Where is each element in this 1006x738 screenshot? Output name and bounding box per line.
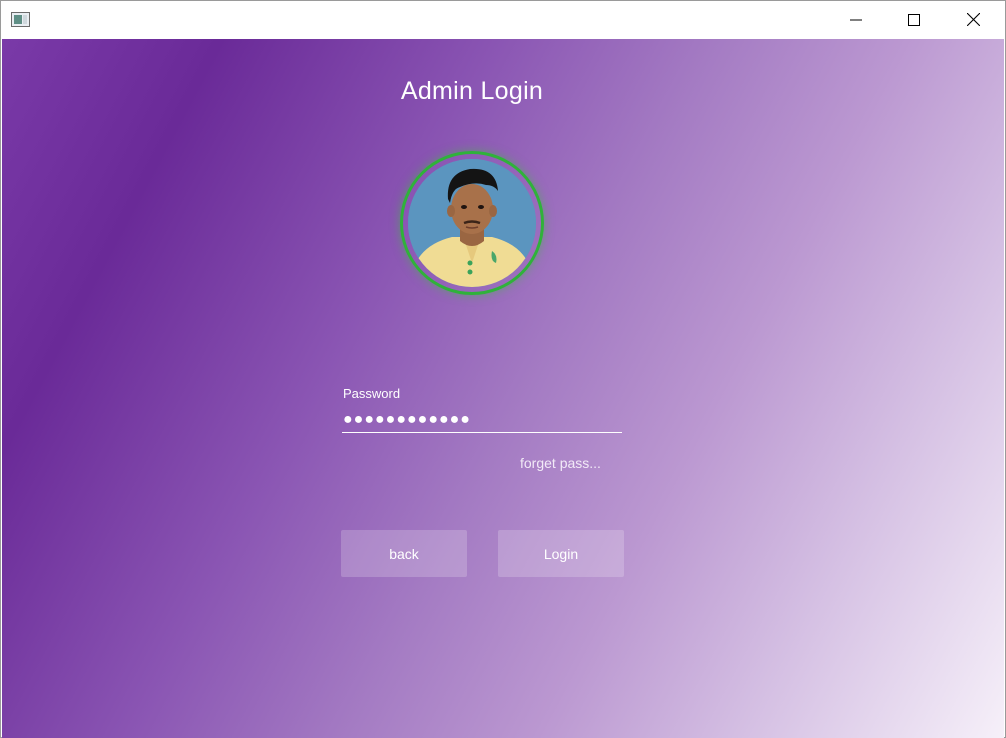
- avatar: [408, 159, 536, 287]
- password-field[interactable]: [342, 407, 622, 433]
- app-window: Admin Login Password ●●●●●●●●●●●● forget…: [0, 0, 1006, 738]
- back-button[interactable]: back: [341, 530, 467, 577]
- login-panel: Admin Login Password ●●●●●●●●●●●● forget…: [2, 39, 1004, 738]
- close-button[interactable]: [950, 1, 996, 38]
- login-button[interactable]: Login: [498, 530, 624, 577]
- minimize-button[interactable]: [833, 1, 879, 38]
- title-bar[interactable]: [1, 1, 1005, 38]
- page-title: Admin Login: [400, 77, 544, 105]
- user-profile-photo: [408, 159, 536, 287]
- forget-password-link[interactable]: forget pass...: [520, 455, 601, 471]
- avatar-frame: [400, 151, 544, 295]
- maximize-icon: [908, 13, 920, 26]
- minimize-icon: [850, 19, 862, 20]
- password-label: Password: [343, 386, 401, 401]
- close-icon: [966, 13, 980, 26]
- maximize-button[interactable]: [891, 1, 937, 38]
- app-window-icon: [11, 12, 30, 27]
